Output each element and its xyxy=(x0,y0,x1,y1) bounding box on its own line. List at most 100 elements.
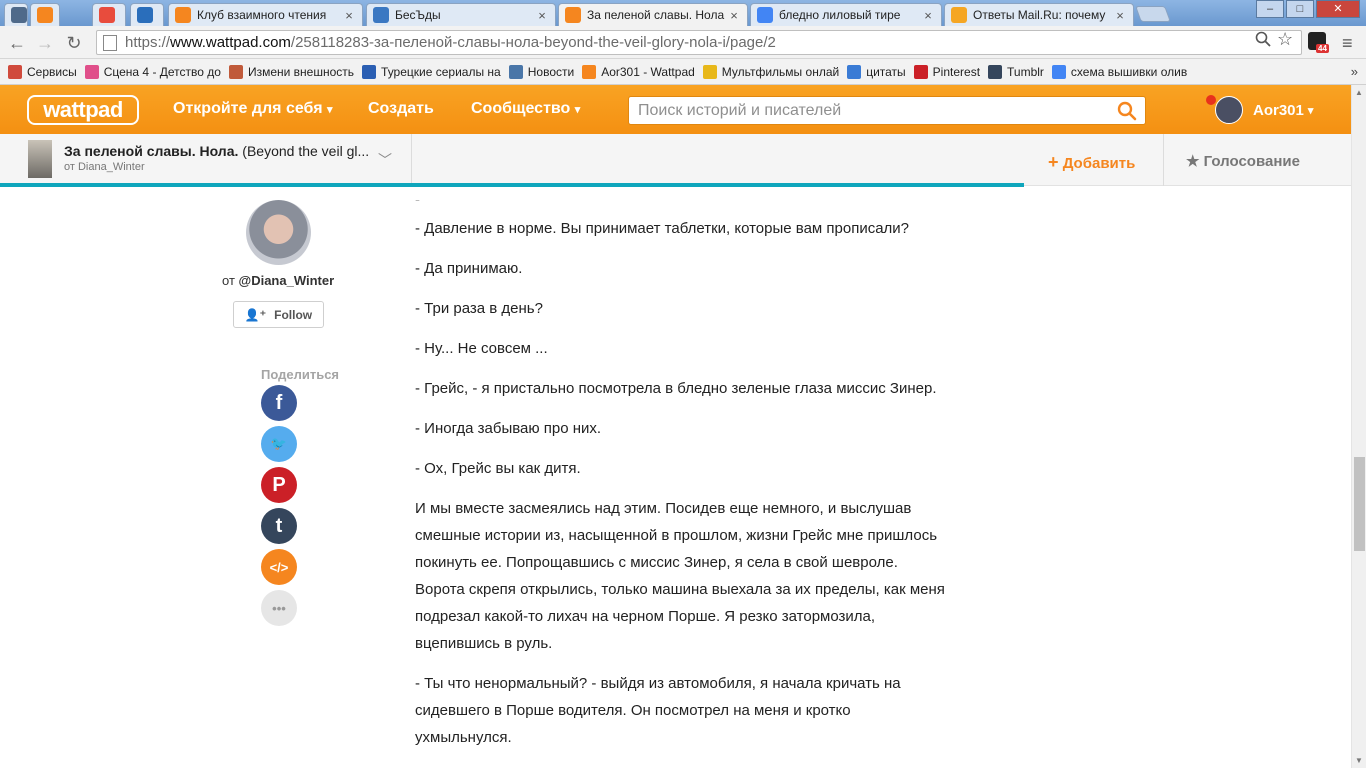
bookmark-item[interactable]: Сервисы xyxy=(8,64,77,79)
bookmark-item[interactable]: Турецкие сериалы на xyxy=(362,64,501,79)
author-handle[interactable]: @Diana_Winter xyxy=(239,273,335,288)
browser-tab[interactable]: Ответы Mail.Ru: почему × xyxy=(944,3,1134,26)
forward-icon[interactable]: → xyxy=(34,32,56,54)
bookmark-label: Pinterest xyxy=(932,64,981,79)
tab-title: Клуб взаимного чтения xyxy=(197,8,327,22)
close-tab-icon[interactable]: × xyxy=(727,8,741,23)
follow-button[interactable]: 👤⁺ Follow xyxy=(233,301,324,328)
wattpad-header: wattpad Откройте для себя ▾ Создать Сооб… xyxy=(0,85,1351,134)
google-icon xyxy=(1051,64,1066,79)
author-avatar[interactable] xyxy=(246,200,311,265)
bookmark-label: Tumblr xyxy=(1007,64,1044,79)
notification-dot-icon xyxy=(1206,95,1216,105)
story-paragraph: - Ох, Грейс вы как дитя. xyxy=(415,460,581,477)
close-window-button[interactable]: ✕ xyxy=(1316,0,1360,18)
bookmark-item[interactable]: Tumblr xyxy=(988,64,1044,79)
browser-tab[interactable] xyxy=(4,3,28,26)
scroll-down-icon[interactable]: ▼ xyxy=(1355,756,1363,765)
browser-toolbar: ← → ↻ https://www.wattpad.com/258118283-… xyxy=(0,26,1366,59)
reload-icon[interactable]: ↻ xyxy=(63,32,85,54)
page-icon xyxy=(103,34,117,51)
back-icon[interactable]: ← xyxy=(6,32,28,54)
vote-label: Голосование xyxy=(1203,153,1300,170)
add-to-library-button[interactable]: + Добавить xyxy=(1048,152,1135,173)
wattpad-logo[interactable]: wattpad xyxy=(27,95,139,125)
bookmark-item[interactable]: схема вышивки олив xyxy=(1051,64,1187,79)
bookmark-item[interactable]: Aor301 - Wattpad xyxy=(582,64,695,79)
search-input[interactable] xyxy=(629,97,1109,124)
zoom-icon[interactable] xyxy=(1255,31,1271,52)
new-tab-button[interactable] xyxy=(1135,6,1171,22)
browser-tab[interactable]: бледно лиловый тире × xyxy=(750,3,942,26)
chat-icon xyxy=(373,7,389,23)
wattpad-tab-icon xyxy=(37,7,53,23)
bookmark-star-icon[interactable]: ☆ xyxy=(1277,29,1293,50)
story-title[interactable]: За пеленой славы. Нола. (Beyond the veil… xyxy=(64,143,374,159)
scroll-up-icon[interactable]: ▲ xyxy=(1355,88,1363,97)
story-paragraph: - Грейс, - я пристально посмотрела в бле… xyxy=(415,380,937,397)
bookmark-label: Турецкие сериалы на xyxy=(381,64,501,79)
more-bookmarks-icon[interactable]: » xyxy=(1351,64,1358,79)
tumblr-icon[interactable]: t xyxy=(261,508,297,544)
wattpad-bm-icon xyxy=(582,64,597,79)
search-icon[interactable] xyxy=(1117,101,1137,126)
share-label: Поделиться xyxy=(261,367,340,382)
author-byline: от @Diana_Winter xyxy=(222,273,334,288)
chevron-down-icon[interactable]: ﹀ xyxy=(378,150,392,170)
maximize-button[interactable]: □ xyxy=(1286,0,1314,18)
nav-community[interactable]: Сообщество ▾ xyxy=(471,100,580,118)
bookmark-item[interactable]: Сцена 4 - Детство до xyxy=(84,64,221,79)
bookmark-item[interactable]: цитаты xyxy=(847,64,906,79)
story-cover[interactable] xyxy=(28,140,52,178)
story-content: - - Давление в норме. Вы принимает табле… xyxy=(415,187,945,764)
story-paragraph: И мы вместе засмеялись над этим. Посидев… xyxy=(415,500,945,652)
story-paragraph: - Ну... Не совсем ... xyxy=(415,340,548,357)
smile-icon xyxy=(702,64,717,79)
tumblr-icon xyxy=(988,64,1003,79)
close-tab-icon[interactable]: × xyxy=(1113,8,1127,23)
bookmark-label: цитаты xyxy=(866,64,906,79)
da-icon xyxy=(11,7,27,23)
vote-button[interactable]: ★ Голосование xyxy=(1186,152,1300,170)
browser-tab[interactable] xyxy=(92,3,126,26)
minimize-button[interactable]: – xyxy=(1256,0,1284,18)
close-tab-icon[interactable]: × xyxy=(921,8,935,23)
address-bar[interactable]: https://www.wattpad.com/258118283-за-пел… xyxy=(96,30,1302,55)
bookmark-item[interactable]: Pinterest xyxy=(913,64,981,79)
embed-icon[interactable]: </> xyxy=(261,549,297,585)
browser-tab[interactable]: Клуб взаимного чтения × xyxy=(168,3,363,26)
bookmark-item[interactable]: Измени внешность xyxy=(228,64,354,79)
page-scrollbar[interactable]: ▲ ▼ xyxy=(1351,85,1366,768)
user-menu[interactable]: Aor301 ▾ xyxy=(1215,96,1313,124)
nav-create[interactable]: Создать xyxy=(368,100,434,118)
story-header: За пеленой славы. Нола. (Beyond the veil… xyxy=(0,134,1351,186)
bookmark-item[interactable]: Мультфильмы онлай xyxy=(702,64,839,79)
url-host: www.wattpad.com xyxy=(170,34,291,51)
browser-tab[interactable] xyxy=(130,3,164,26)
browser-tab[interactable] xyxy=(30,3,60,26)
browser-tab[interactable]: За пеленой славы. Нола × xyxy=(558,3,748,26)
bookmarks-bar: Сервисы Сцена 4 - Детство до Измени внешно… xyxy=(0,59,1366,85)
wattpad-tab-icon xyxy=(565,7,581,23)
story-paragraph: - Давление в норме. Вы принимает таблетк… xyxy=(415,220,910,237)
close-tab-icon[interactable]: × xyxy=(535,8,549,23)
bookmark-label: Aor301 - Wattpad xyxy=(601,64,695,79)
more-icon[interactable]: ••• xyxy=(261,590,297,626)
close-tab-icon[interactable]: × xyxy=(342,8,356,23)
twitter-icon[interactable]: 🐦 xyxy=(261,426,297,462)
nav-discover[interactable]: Откройте для себя ▾ xyxy=(173,100,333,118)
bookmark-label: Новости xyxy=(527,64,575,79)
bookmark-label: Сервисы xyxy=(27,64,77,79)
caret-down-icon: ▾ xyxy=(327,104,333,116)
bookmark-label: Сцена 4 - Детство до xyxy=(103,64,221,79)
chrome-menu-icon[interactable]: ≡ xyxy=(1342,33,1353,54)
scroll-thumb[interactable] xyxy=(1354,457,1365,551)
cake-icon xyxy=(228,64,243,79)
pinterest-icon[interactable]: P xyxy=(261,467,297,503)
story-paragraph: - Да принимаю. xyxy=(415,260,523,277)
nav-discover-label: Откройте для себя xyxy=(173,100,323,117)
browser-tab[interactable]: БесЪды × xyxy=(366,3,556,26)
story-author[interactable]: от Diana_Winter xyxy=(64,161,145,173)
facebook-icon[interactable]: f xyxy=(261,385,297,421)
bookmark-item[interactable]: Новости xyxy=(508,64,575,79)
